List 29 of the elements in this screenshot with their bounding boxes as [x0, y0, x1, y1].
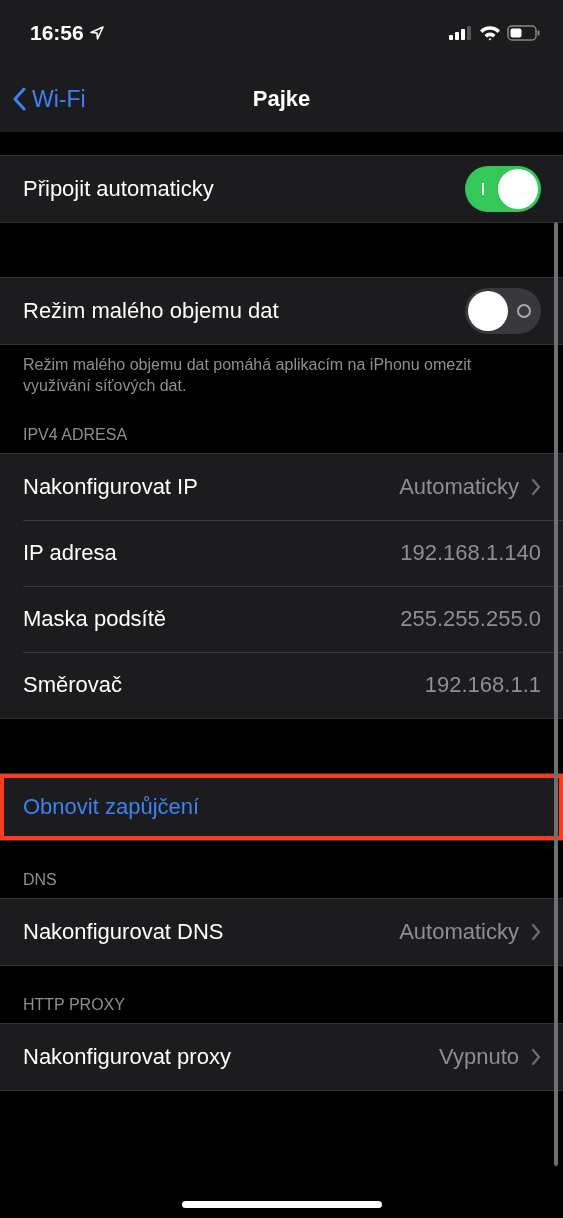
chevron-right-icon: [531, 923, 541, 941]
chevron-right-icon: [531, 478, 541, 496]
setting-label: Maska podsítě: [23, 606, 168, 632]
chevron-left-icon: [12, 87, 26, 111]
renew-lease-button[interactable]: Obnovit zapůjčení: [0, 774, 563, 840]
back-button[interactable]: Wi-Fi: [0, 85, 86, 113]
setting-value: 192.168.1.1: [424, 672, 541, 698]
setting-label: IP adresa: [23, 540, 118, 566]
section-footer: Režim malého objemu dat pomáhá aplikacím na iPhonu omezit využívání síťových dat.: [0, 345, 563, 396]
section-header: DNS: [22, 870, 58, 890]
section-header: HTTP PROXY: [22, 995, 126, 1015]
wifi-icon: [479, 25, 501, 41]
settings-row[interactable]: Nakonfigurovat IP Automaticky: [0, 454, 563, 520]
battery-icon: [507, 25, 541, 41]
page-title: Pajke: [252, 86, 311, 112]
settings-row[interactable]: Nakonfigurovat proxy Vypnuto: [0, 1024, 563, 1090]
toggle-switch[interactable]: [465, 288, 541, 334]
setting-label: Připojit automaticky: [23, 176, 215, 202]
setting-label: Režim malého objemu dat: [23, 298, 280, 324]
setting-value: 192.168.1.140: [400, 540, 541, 566]
signal-icon: [449, 26, 473, 40]
settings-row[interactable]: Nakonfigurovat DNS Automaticky: [0, 899, 563, 965]
toggle-switch[interactable]: [465, 166, 541, 212]
setting-label: Směrovač: [23, 672, 124, 698]
setting-value: 255.255.255.0: [400, 606, 541, 632]
chevron-right-icon: [531, 1048, 541, 1066]
location-arrow-icon: [89, 26, 104, 40]
status-time: 16:56: [30, 21, 84, 45]
section-header: IPV4 ADRESA: [22, 425, 129, 445]
